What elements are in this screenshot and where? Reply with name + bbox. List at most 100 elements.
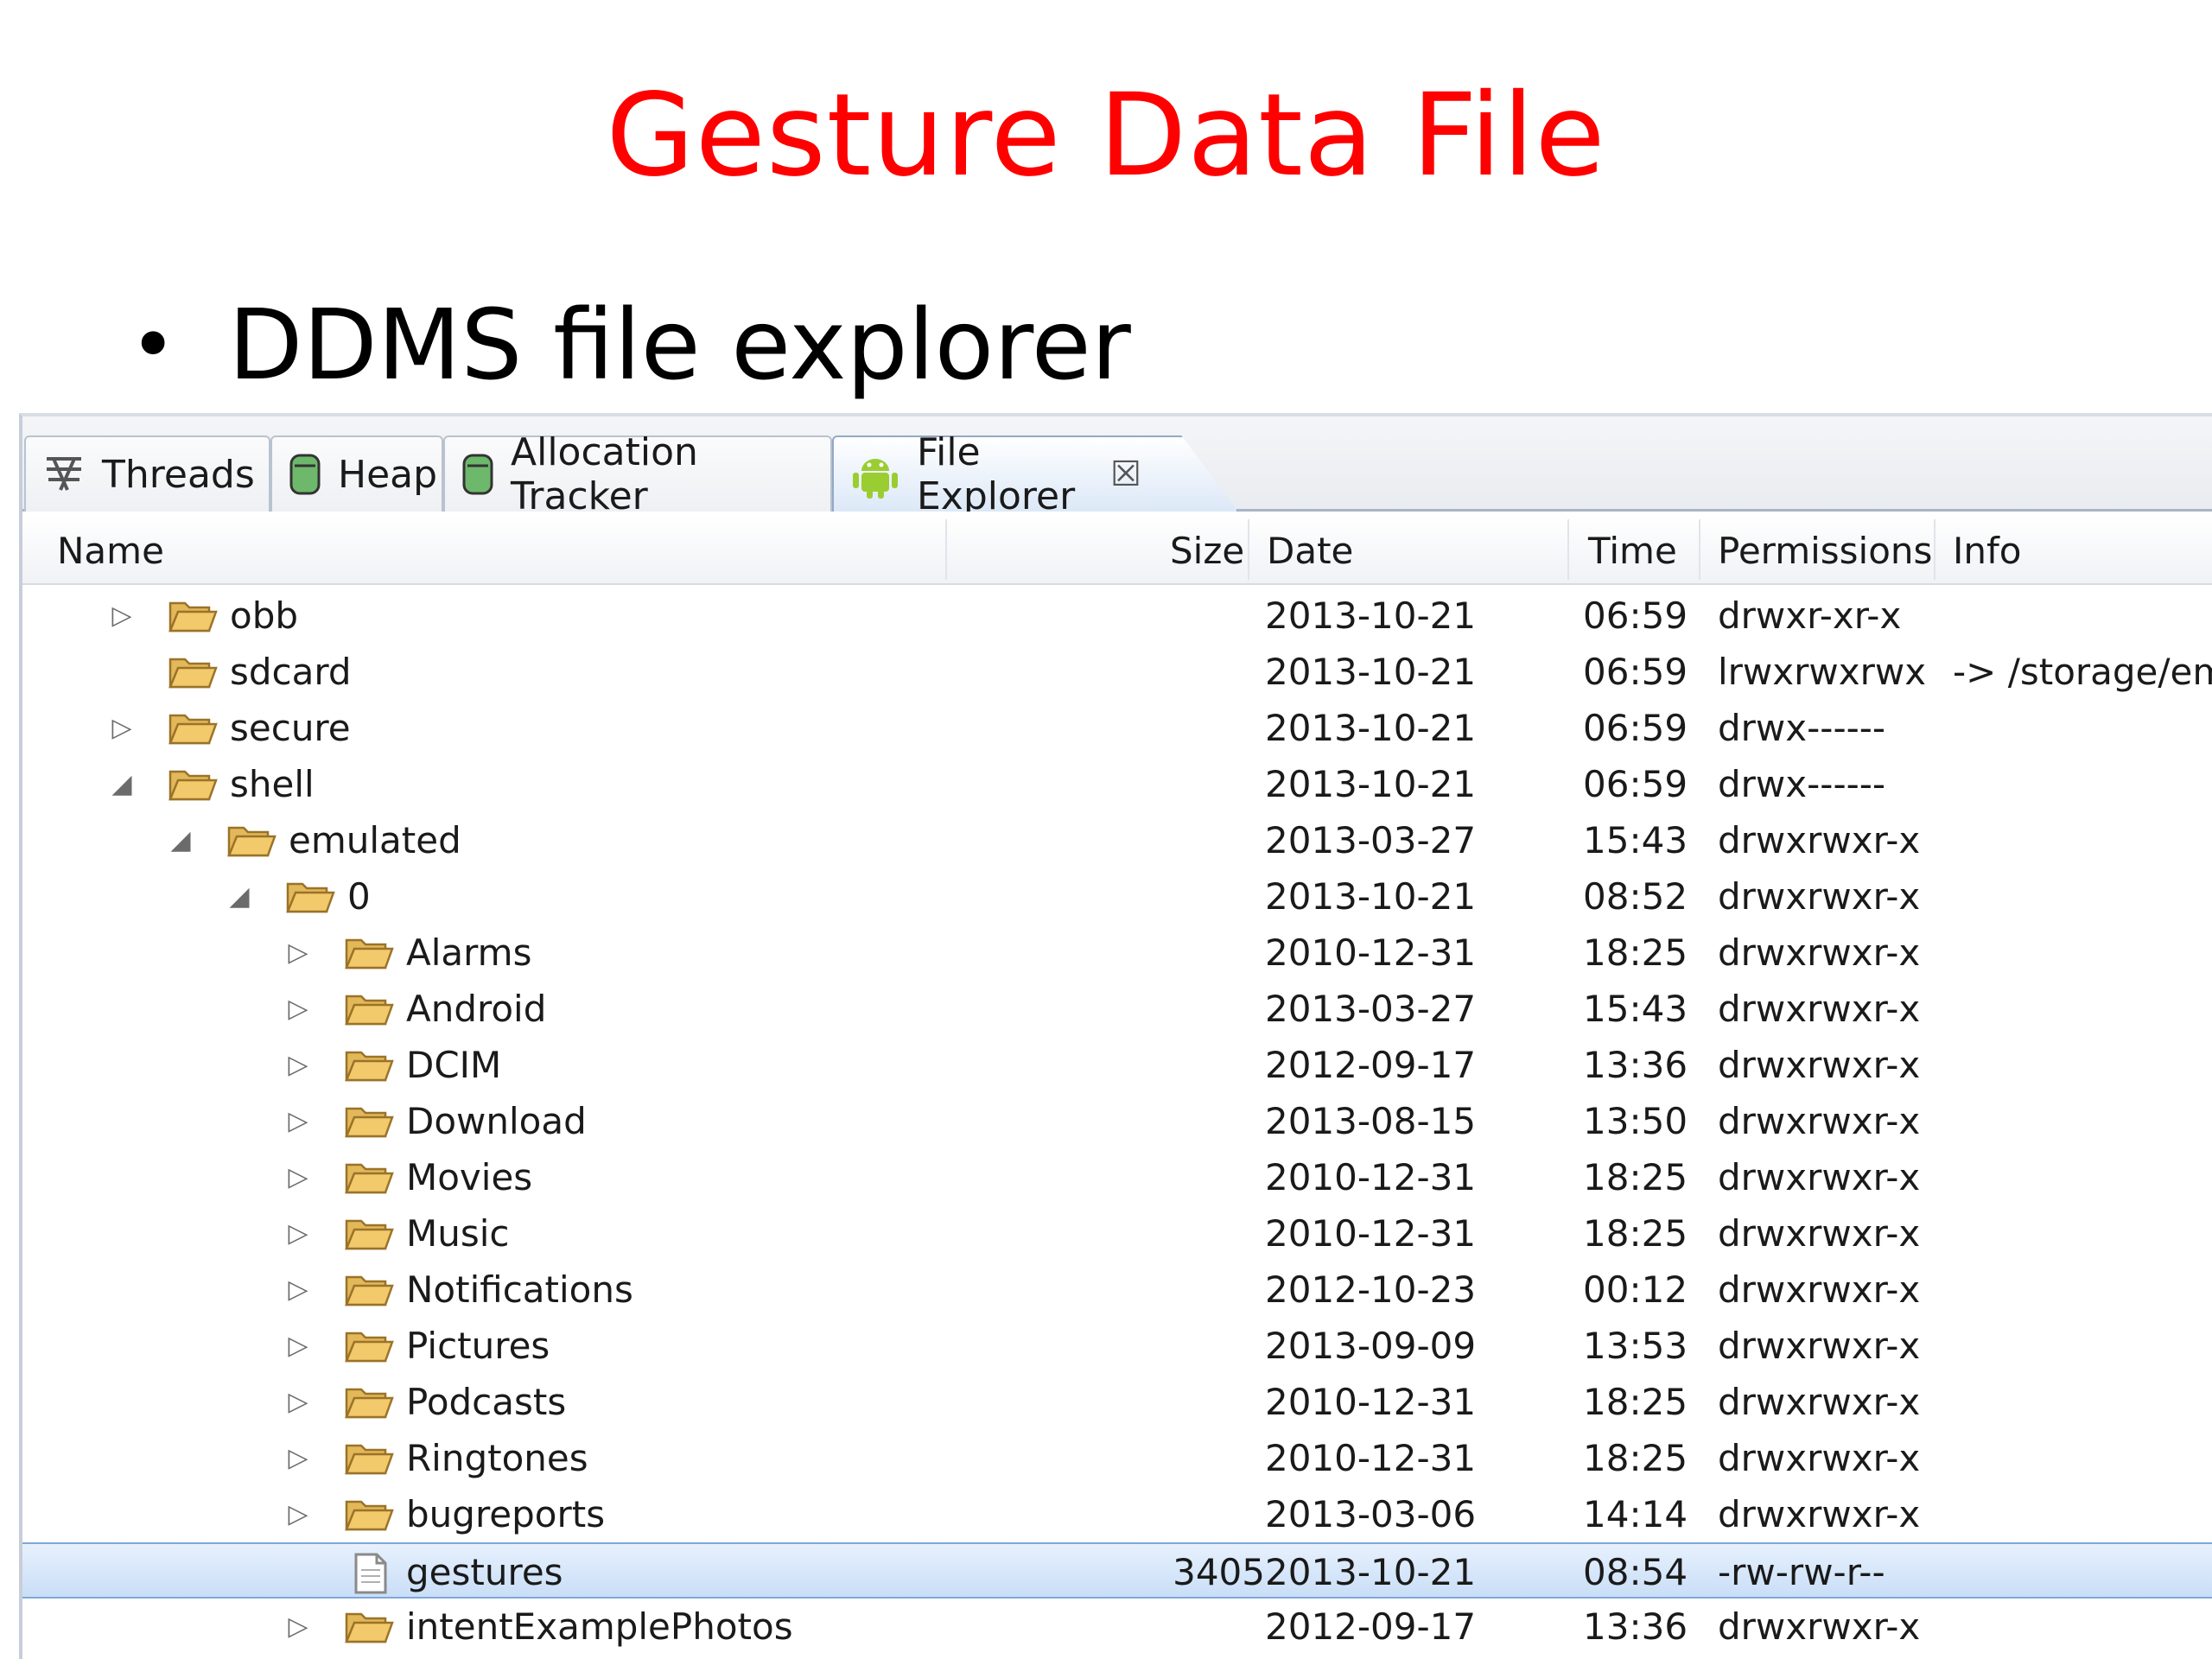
tree-collapsed-icon[interactable]: ▷ xyxy=(109,593,135,638)
folder-icon xyxy=(344,1158,394,1198)
file-time: 08:52 xyxy=(1583,875,1688,918)
tree-collapsed-icon[interactable]: ▷ xyxy=(285,1323,311,1368)
tab-heap[interactable]: Heap xyxy=(270,435,443,512)
tree-collapsed-icon[interactable]: ▷ xyxy=(285,1267,311,1312)
tab-label: File Explorer xyxy=(917,430,1076,518)
file-tree: ▷ obb 2013-10-21 06:59 drwxr-xr-x sdcard 2013-… xyxy=(22,588,2212,1655)
column-separator[interactable] xyxy=(1699,519,1700,580)
file-time: 06:59 xyxy=(1583,594,1688,637)
file-time: 18:25 xyxy=(1583,1381,1688,1423)
file-time: 13:36 xyxy=(1583,1044,1688,1086)
folder-icon xyxy=(168,709,218,748)
file-time: 06:59 xyxy=(1583,707,1688,749)
file-time: 18:25 xyxy=(1583,1156,1688,1198)
table-row[interactable]: ▷ obb 2013-10-21 06:59 drwxr-xr-x xyxy=(22,588,2212,644)
folder-icon xyxy=(344,1270,394,1310)
table-row[interactable]: ◢ shell 2013-10-21 06:59 drwx------ xyxy=(22,756,2212,812)
table-row[interactable]: ◢ emulated 2013-03-27 15:43 drwxrwxr-x xyxy=(22,812,2212,868)
table-row[interactable]: ▷ secure 2013-10-21 06:59 drwx------ xyxy=(22,700,2212,756)
table-row[interactable]: ▷ DCIM 2012-09-17 13:36 drwxrwxr-x xyxy=(22,1037,2212,1093)
table-row[interactable]: ◢ 0 2013-10-21 08:52 drwxrwxr-x xyxy=(22,868,2212,925)
column-separator[interactable] xyxy=(1934,519,1936,580)
file-permissions: drwxrwxr-x xyxy=(1718,1268,1921,1311)
tab-file-explorer[interactable]: File Explorer ☒ xyxy=(832,435,1238,512)
folder-icon xyxy=(285,877,335,917)
file-date: 2012-09-17 xyxy=(1265,1044,1477,1086)
folder-icon xyxy=(344,1214,394,1254)
column-time[interactable]: Time xyxy=(1588,530,1677,572)
column-info[interactable]: Info xyxy=(1953,530,2022,572)
bullet-text: DDMS file explorer xyxy=(228,289,1131,402)
file-date: 2010-12-31 xyxy=(1265,931,1477,974)
folder-icon xyxy=(168,652,218,692)
file-time: 15:43 xyxy=(1583,819,1688,861)
tree-collapsed-icon[interactable]: ▷ xyxy=(285,1435,311,1480)
column-permissions[interactable]: Permissions xyxy=(1718,530,1932,572)
column-date[interactable]: Date xyxy=(1267,530,1353,572)
tab-label: Heap xyxy=(338,452,438,497)
tree-collapsed-icon[interactable]: ▷ xyxy=(285,986,311,1031)
file-date: 2013-10-21 xyxy=(1265,763,1477,805)
file-permissions: drwxrwxr-x xyxy=(1718,1156,1921,1198)
table-row[interactable]: ▷ bugreports 2013-03-06 14:14 drwxrwxr-x xyxy=(22,1486,2212,1542)
table-row[interactable]: ▷ intentExamplePhotos 2012-09-17 13:36 drwxr… xyxy=(22,1599,2212,1655)
tree-collapsed-icon[interactable]: ▷ xyxy=(285,1604,311,1649)
tree-expanded-icon[interactable]: ◢ xyxy=(226,874,252,918)
file-icon xyxy=(351,1553,401,1594)
file-permissions: drwxrwxr-x xyxy=(1718,875,1921,918)
tree-collapsed-icon[interactable]: ▷ xyxy=(285,1379,311,1424)
file-permissions: drwxr-xr-x xyxy=(1718,594,1902,637)
heap-icon xyxy=(288,452,322,497)
column-separator[interactable] xyxy=(1248,519,1249,580)
tree-collapsed-icon[interactable]: ▷ xyxy=(285,1042,311,1087)
tree-collapsed-icon[interactable]: ▷ xyxy=(285,1211,311,1255)
table-row[interactable]: ▷ Download 2013-08-15 13:50 drwxrwxr-x xyxy=(22,1093,2212,1149)
file-date: 2013-10-21 xyxy=(1265,875,1477,918)
column-size[interactable]: Size xyxy=(1170,530,1244,572)
file-permissions: drwxrwxr-x xyxy=(1718,1381,1921,1423)
file-permissions: drwxrwxr-x xyxy=(1718,1493,1921,1535)
table-row[interactable]: ▷ Alarms 2010-12-31 18:25 drwxrwxr-x xyxy=(22,925,2212,981)
file-permissions: drwxrwxr-x xyxy=(1718,1325,1921,1367)
tab-threads[interactable]: Threads xyxy=(24,435,270,512)
file-name: 0 xyxy=(347,875,371,918)
file-date: 2010-12-31 xyxy=(1265,1381,1477,1423)
file-time: 00:12 xyxy=(1583,1268,1688,1311)
close-icon[interactable]: ☒ xyxy=(1110,454,1141,494)
tree-collapsed-icon[interactable]: ▷ xyxy=(285,1491,311,1536)
column-header: Name Size Date Time Permissions Info xyxy=(22,514,2212,585)
table-row[interactable]: ▷ Android 2013-03-27 15:43 drwxrwxr-x xyxy=(22,981,2212,1037)
file-name: DCIM xyxy=(406,1044,502,1086)
folder-icon xyxy=(226,821,276,861)
table-row[interactable]: sdcard 2013-10-21 06:59 lrwxrwxrwx -> /stora… xyxy=(22,644,2212,700)
tree-collapsed-icon[interactable]: ▷ xyxy=(285,930,311,975)
file-name: shell xyxy=(230,763,315,805)
file-info: -> /storage/emu xyxy=(1953,651,2212,693)
folder-icon xyxy=(344,933,394,973)
table-row[interactable]: ▷ Podcasts 2010-12-31 18:25 drwxrwxr-x xyxy=(22,1374,2212,1430)
tree-collapsed-icon[interactable]: ▷ xyxy=(285,1154,311,1199)
file-permissions: drwxrwxr-x xyxy=(1718,1044,1921,1086)
tree-expanded-icon[interactable]: ◢ xyxy=(109,761,135,806)
column-separator[interactable] xyxy=(945,519,947,580)
tree-collapsed-icon[interactable]: ▷ xyxy=(285,1098,311,1143)
file-name: intentExamplePhotos xyxy=(406,1605,793,1648)
table-row[interactable]: gestures 3405 2013-10-21 08:54 -rw-rw-r-- xyxy=(22,1542,2212,1599)
table-row[interactable]: ▷ Pictures 2013-09-09 13:53 drwxrwxr-x xyxy=(22,1318,2212,1374)
column-separator[interactable] xyxy=(1567,519,1569,580)
table-row[interactable]: ▷ Movies 2010-12-31 18:25 drwxrwxr-x xyxy=(22,1149,2212,1205)
table-row[interactable]: ▷ Music 2010-12-31 18:25 drwxrwxr-x xyxy=(22,1205,2212,1262)
file-name: Music xyxy=(406,1212,510,1255)
file-name: secure xyxy=(230,707,351,749)
column-name[interactable]: Name xyxy=(57,530,164,572)
file-name: Movies xyxy=(406,1156,533,1198)
table-row[interactable]: ▷ Ringtones 2010-12-31 18:25 drwxrwxr-x xyxy=(22,1430,2212,1486)
tab-allocation-tracker[interactable]: Allocation Tracker xyxy=(443,430,832,518)
tree-collapsed-icon[interactable]: ▷ xyxy=(109,705,135,750)
tree-expanded-icon[interactable]: ◢ xyxy=(168,817,194,862)
folder-icon xyxy=(344,989,394,1029)
tab-strip: Threads Heap Allocation Tracker File Exp… xyxy=(22,416,2212,518)
tab-label: Allocation Tracker xyxy=(511,430,698,518)
table-row[interactable]: ▷ Notifications 2012-10-23 00:12 drwxrwxr-x xyxy=(22,1262,2212,1318)
file-date: 2012-09-17 xyxy=(1265,1605,1477,1648)
